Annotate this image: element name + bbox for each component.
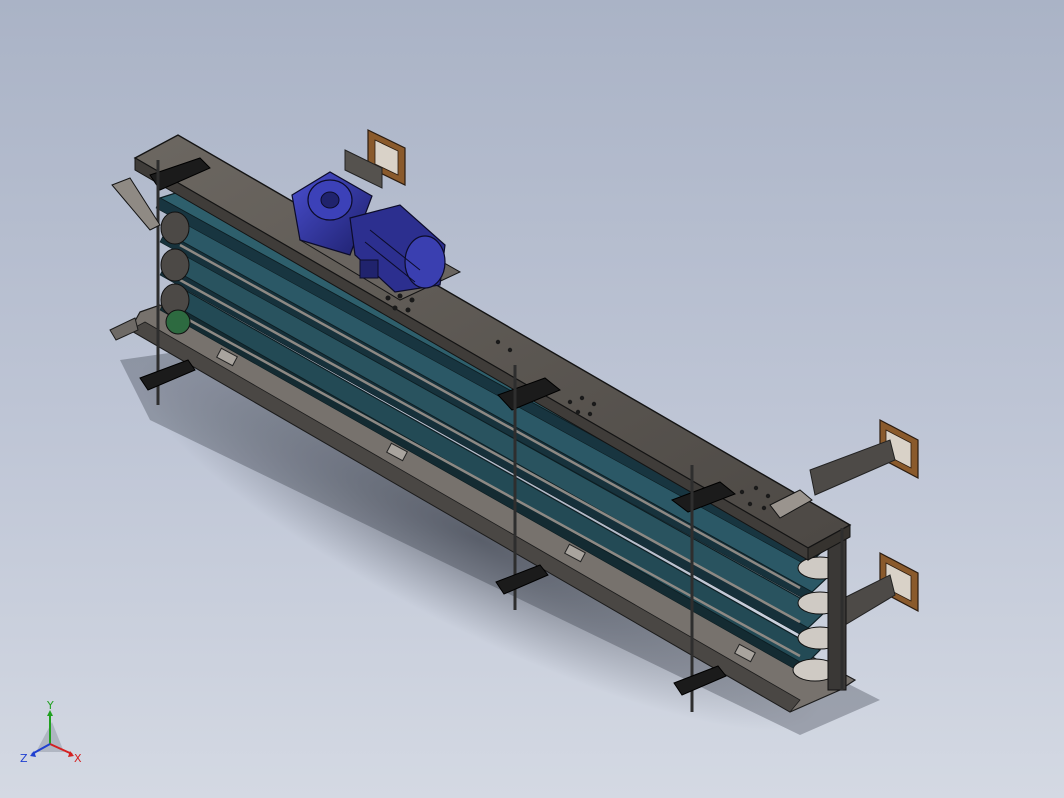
wall-bracket-right-upper [809, 419, 919, 496]
graphics-viewport[interactable]: Y X Z [0, 0, 1064, 798]
wall-bracket-right-lower [839, 552, 919, 626]
conveyor-model-view[interactable] [0, 0, 1064, 798]
reference-triad: Y X Z [20, 700, 82, 765]
outfeed-guide [111, 177, 161, 231]
wall-bracket-top [344, 129, 406, 189]
y-axis-label: Y [46, 700, 54, 712]
z-axis-label: Z [20, 752, 28, 765]
x-axis-label: X [74, 752, 82, 765]
